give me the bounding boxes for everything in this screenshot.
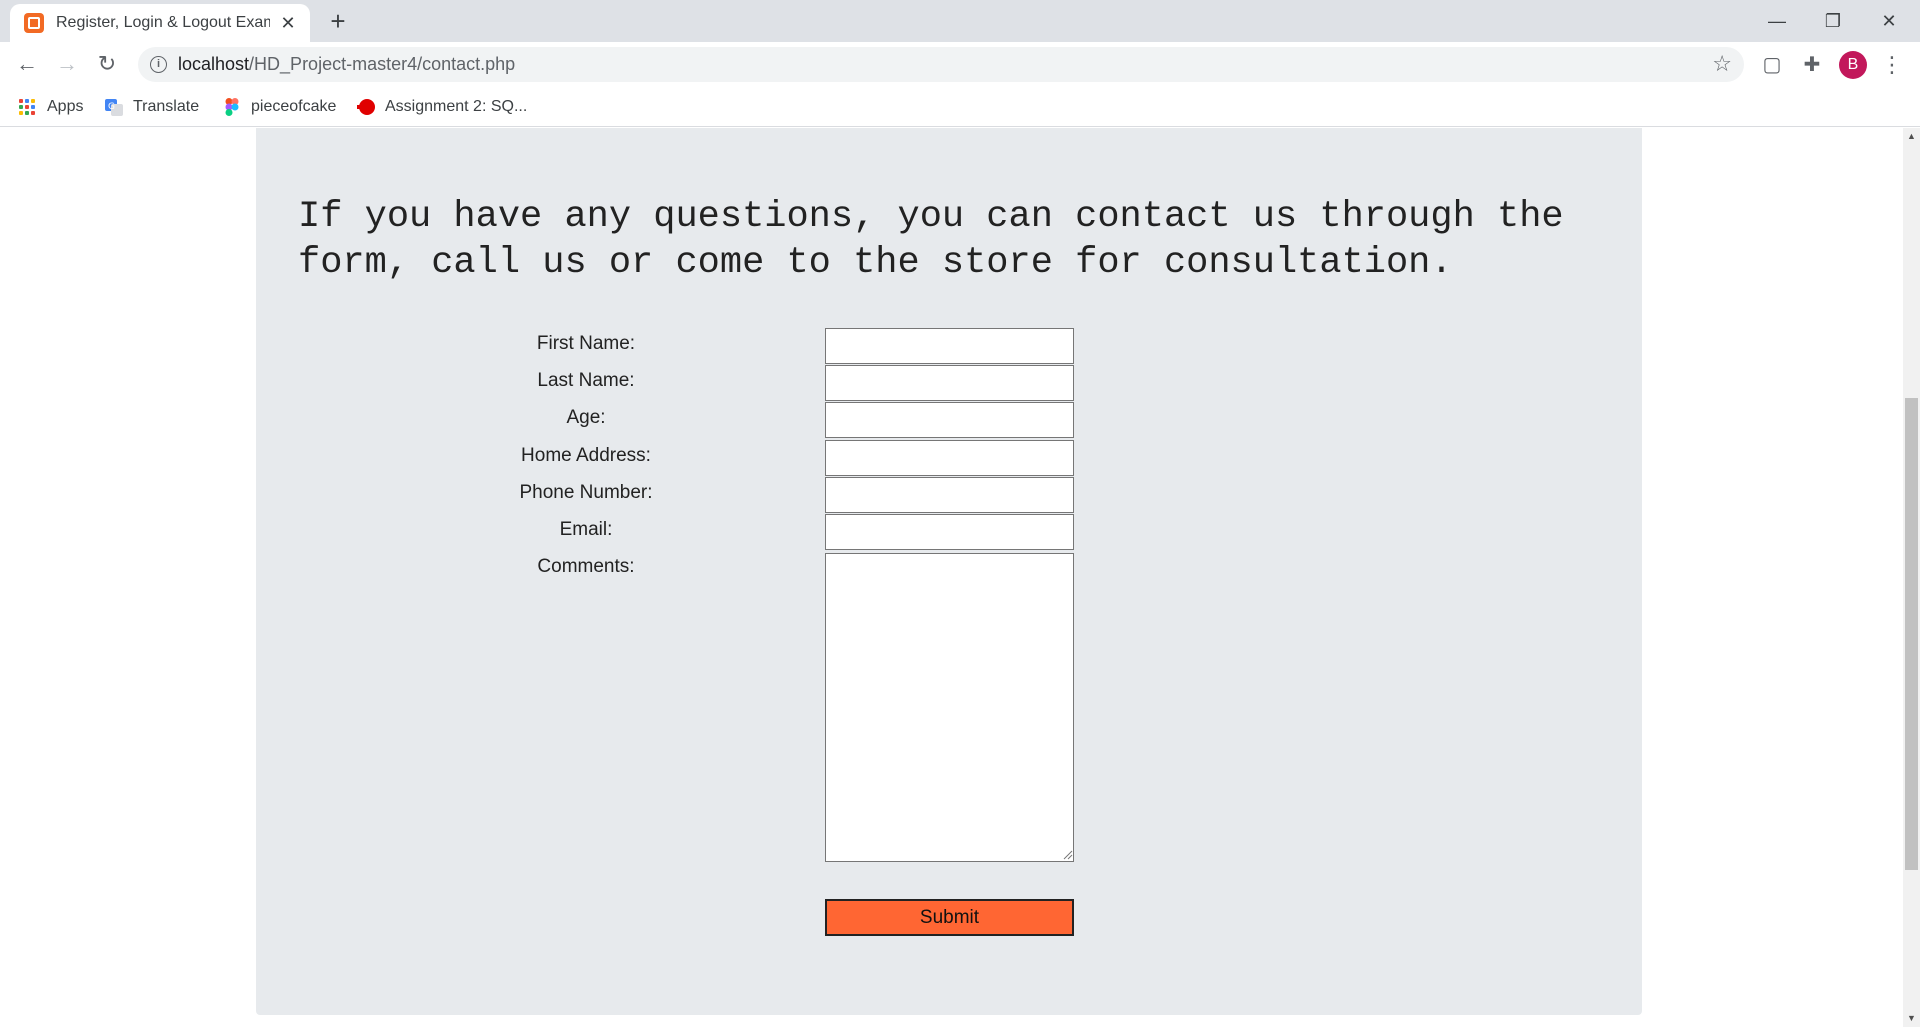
- tab-strip: Register, Login & Logout Exam ✕ + — ❐ ✕: [0, 0, 1920, 42]
- extensions-puzzle-icon[interactable]: ✚: [1798, 51, 1826, 79]
- bookmark-apps[interactable]: Apps: [19, 95, 83, 119]
- translate-icon: G: [105, 99, 123, 116]
- browser-toolbar: ← → ↻ i localhost/HD_Project-master4/con…: [0, 42, 1920, 87]
- resize-grip-icon[interactable]: [1063, 850, 1073, 860]
- forward-icon[interactable]: →: [51, 48, 83, 80]
- last-name-input[interactable]: [825, 365, 1074, 401]
- contact-panel: If you have any questions, you can conta…: [256, 128, 1642, 1015]
- bookmark-label: Translate: [133, 98, 200, 115]
- comments-label: Comments:: [537, 556, 635, 577]
- bookmark-label: pieceofcake: [251, 98, 337, 115]
- first-name-input[interactable]: [825, 328, 1074, 364]
- bookmark-label: Apps: [47, 98, 84, 115]
- apps-grid-icon: [19, 99, 35, 115]
- extension-pocket-icon[interactable]: ▢: [1758, 51, 1786, 79]
- url-text[interactable]: localhost/HD_Project-master4/contact.php: [178, 54, 515, 75]
- bookmark-star-icon[interactable]: ☆: [1712, 51, 1732, 77]
- profile-avatar[interactable]: B: [1839, 51, 1867, 79]
- scroll-down-icon[interactable]: ▼: [1903, 1010, 1920, 1027]
- bookmark-label: Assignment 2: SQ...: [385, 98, 528, 115]
- figma-icon: [225, 98, 239, 116]
- bookmark-translate[interactable]: G Translate: [105, 95, 199, 119]
- bookmarks-bar: Apps G Translate pieceofcake Assignment …: [0, 87, 1920, 127]
- minimize-icon[interactable]: —: [1754, 4, 1800, 38]
- browser-menu-icon[interactable]: ⋮: [1880, 50, 1904, 80]
- svg-text:G: G: [108, 102, 115, 112]
- email-label: Email:: [559, 519, 613, 540]
- first-name-label: First Name:: [536, 333, 636, 354]
- bookmark-pieceofcake[interactable]: pieceofcake: [223, 95, 336, 119]
- site-info-icon[interactable]: i: [150, 56, 167, 73]
- age-input[interactable]: [825, 402, 1074, 438]
- new-tab-icon[interactable]: +: [324, 8, 352, 36]
- scroll-thumb[interactable]: [1905, 398, 1918, 870]
- home-address-input[interactable]: [825, 440, 1074, 476]
- close-tab-icon[interactable]: ✕: [278, 13, 298, 33]
- contact-intro-text: If you have any questions, you can conta…: [298, 196, 1564, 284]
- restore-icon[interactable]: ❐: [1810, 4, 1856, 38]
- home-address-label: Home Address:: [521, 445, 651, 466]
- address-bar[interactable]: i localhost/HD_Project-master4/contact.p…: [138, 47, 1744, 82]
- phone-number-label: Phone Number:: [519, 482, 653, 503]
- email-input[interactable]: [825, 514, 1074, 550]
- page-scrollbar[interactable]: ▲ ▼: [1903, 128, 1920, 1027]
- reload-icon[interactable]: ↻: [91, 48, 123, 80]
- scroll-up-icon[interactable]: ▲: [1903, 128, 1920, 145]
- browser-tab[interactable]: Register, Login & Logout Exam ✕: [10, 4, 310, 42]
- submit-button[interactable]: Submit: [825, 899, 1074, 936]
- comments-textarea[interactable]: [825, 553, 1074, 862]
- red-blob-icon: [357, 99, 375, 115]
- bookmark-assignment[interactable]: Assignment 2: SQ...: [357, 95, 527, 119]
- last-name-label: Last Name:: [537, 370, 635, 391]
- xampp-favicon-icon: [24, 13, 44, 33]
- page-viewport: If you have any questions, you can conta…: [0, 128, 1903, 1027]
- phone-number-input[interactable]: [825, 477, 1074, 513]
- age-label: Age:: [566, 407, 606, 428]
- back-icon[interactable]: ←: [11, 48, 43, 80]
- close-window-icon[interactable]: ✕: [1866, 4, 1912, 38]
- tab-title: Register, Login & Logout Exam: [56, 14, 270, 31]
